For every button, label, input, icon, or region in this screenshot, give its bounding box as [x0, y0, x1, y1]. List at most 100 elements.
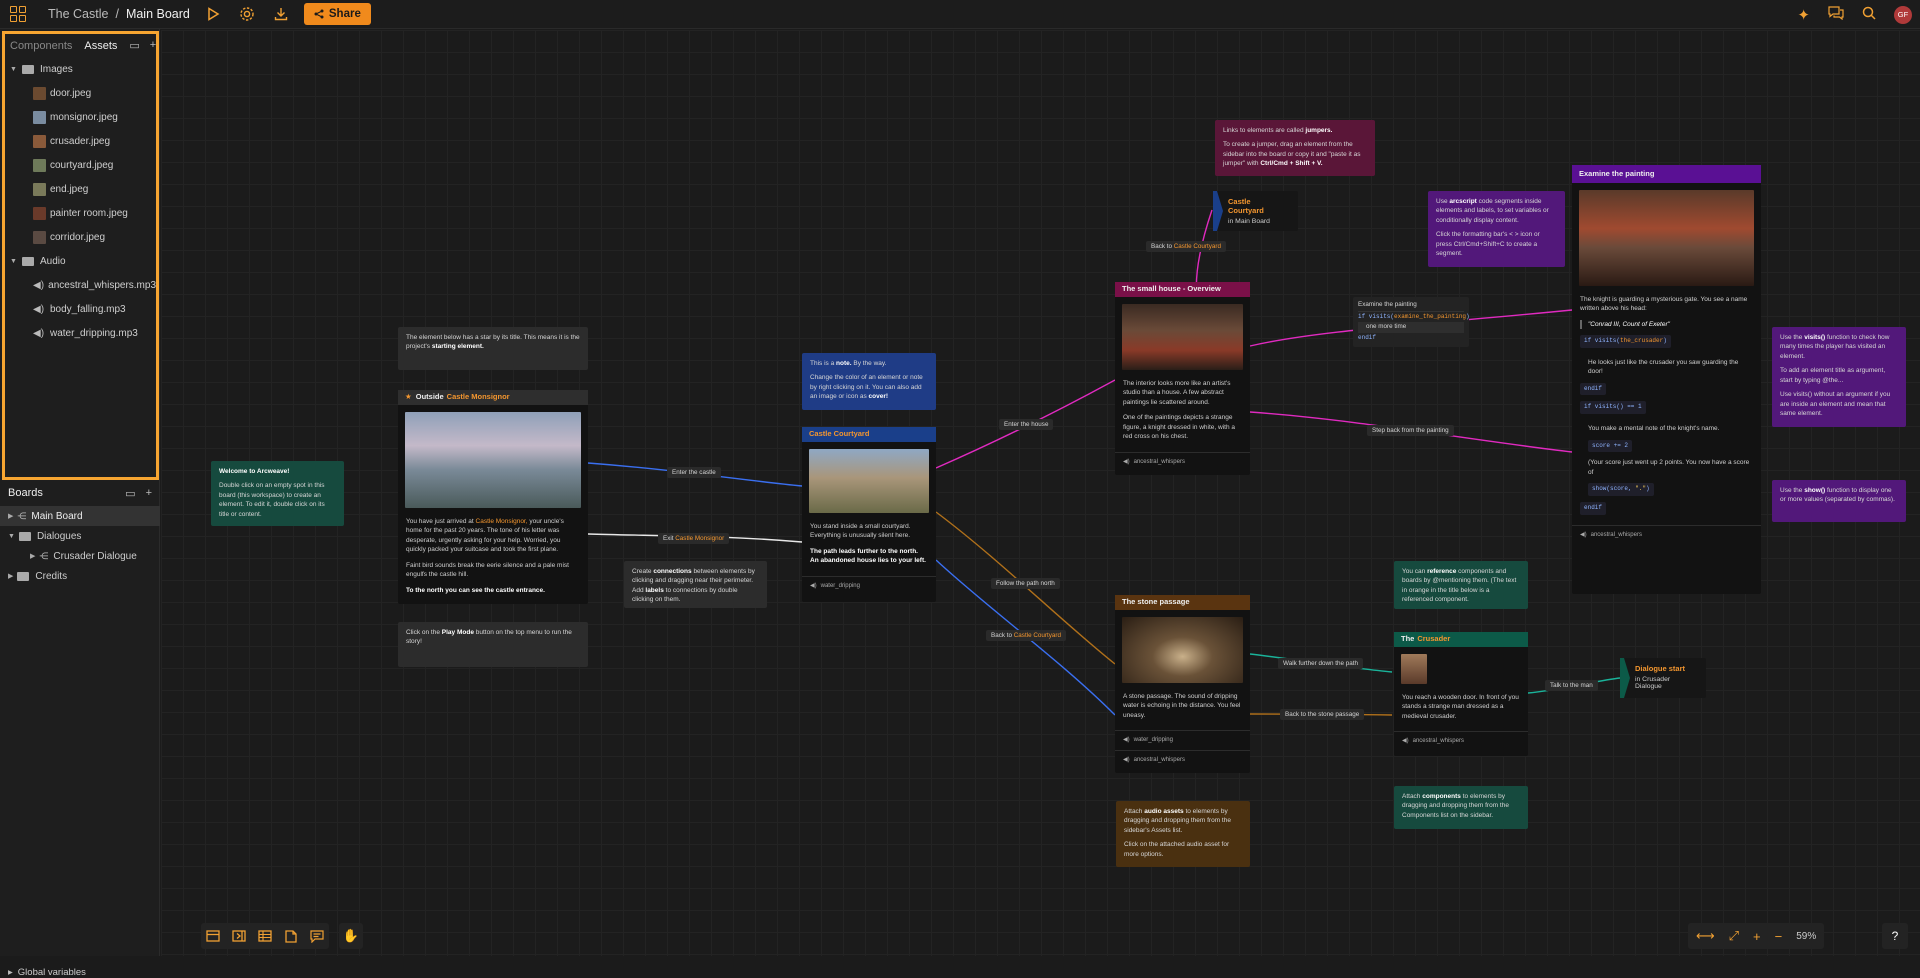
asset-item[interactable]: ◀) body_falling.mp3 [5, 297, 156, 321]
element-text: One of the paintings depicts a strange f… [1123, 414, 1236, 441]
board-item-main[interactable]: ▶ ⋲ Main Board [0, 506, 160, 526]
add-board-icon[interactable]: + [146, 487, 152, 500]
new-folder-icon[interactable]: ▭ [129, 39, 139, 52]
code-segment[interactable]: if visits() == 1 [1580, 401, 1646, 415]
board-folder-credits[interactable]: ▶ Credits [0, 566, 160, 586]
connection-label[interactable]: Exit Castle Monsignor [658, 533, 730, 544]
pan-hand-icon[interactable]: ✋ [343, 928, 359, 944]
connection-label[interactable]: Enter the house [999, 419, 1054, 430]
code-segment[interactable]: endif [1580, 501, 1607, 515]
board-icon: ⋲ [17, 510, 27, 521]
asset-item[interactable]: courtyard.jpeg [5, 153, 156, 177]
share-button[interactable]: Share [303, 3, 371, 25]
asset-item[interactable]: door.jpeg [5, 81, 156, 105]
comments-icon[interactable] [1828, 5, 1844, 24]
connection-label[interactable]: Back to the stone passage [1280, 709, 1365, 720]
note-visits[interactable]: Use the visits() function to check how m… [1772, 327, 1906, 427]
folder-audio[interactable]: ▼ Audio [5, 249, 156, 273]
zoom-level[interactable]: 59% [1796, 931, 1816, 942]
code-segment[interactable]: if visits(the_crusader) [1580, 335, 1671, 348]
asset-item[interactable]: corridor.jpeg [5, 225, 156, 249]
help-icon[interactable]: ? [1882, 923, 1908, 949]
note-welcome[interactable]: Welcome to Arcweave! Double click on an … [211, 461, 344, 526]
element-crusader[interactable]: The Crusader You reach a wooden door. In… [1394, 632, 1528, 756]
connection-label[interactable]: Back to Castle Courtyard [1146, 241, 1226, 252]
chevron-right-icon: ▶ [30, 553, 36, 560]
jumper-subtitle: in Crusader Dialogue [1635, 676, 1671, 690]
connection-label[interactable]: Follow the path north [991, 578, 1060, 589]
element-outside-castle[interactable]: ★ Outside Castle Monsignor You have just… [398, 390, 588, 604]
audio-attachment[interactable]: ◀) water_dripping [802, 575, 936, 596]
note-reference[interactable]: You can reference components and boards … [1394, 561, 1528, 609]
cover-image [1579, 190, 1754, 286]
note-components[interactable]: Attach components to elements by draggin… [1394, 786, 1528, 829]
audio-attachment[interactable]: ◀) water_dripping [1115, 730, 1250, 750]
board-folder-dialogues[interactable]: ▼ Dialogues [0, 526, 160, 546]
note-text: This is a [810, 360, 835, 367]
element-examine-painting[interactable]: Examine the painting The knight is guard… [1572, 165, 1761, 594]
breadcrumb-board[interactable]: Main Board [126, 7, 190, 21]
connection-label-examine[interactable]: Examine the painting if visits(examine_t… [1353, 297, 1470, 347]
element-small-house[interactable]: The small house - Overview The interior … [1115, 282, 1250, 475]
play-icon[interactable] [202, 3, 224, 25]
audio-attachment[interactable]: ◀) ancestral_whispers [1572, 524, 1761, 545]
audio-attachment[interactable]: ◀) ancestral_whispers [1115, 451, 1250, 472]
asset-item[interactable]: crusader.jpeg [5, 129, 156, 153]
zoom-in-icon[interactable]: + [1753, 929, 1761, 944]
add-jumper-icon[interactable] [231, 928, 247, 944]
tab-components[interactable]: Components [10, 40, 72, 52]
asset-item[interactable]: ◀) ancestral_whispers.mp3 [5, 273, 156, 297]
asset-item[interactable]: monsignor.jpeg [5, 105, 156, 129]
board-item-crusader-dialogue[interactable]: ▶ ⋲ Crusader Dialogue [0, 546, 160, 566]
note-jumpers[interactable]: Links to elements are called jumpers. To… [1215, 120, 1375, 176]
fit-width-icon[interactable]: ⟷ [1696, 928, 1715, 944]
connection-label[interactable]: Enter the castle [667, 467, 721, 478]
add-branch-icon[interactable] [257, 928, 273, 944]
connection-label[interactable]: Walk further down the path [1278, 658, 1364, 669]
code-text: show(score, [1592, 485, 1636, 493]
folder-images[interactable]: ▼ Images [5, 57, 156, 81]
breadcrumb-project[interactable]: The Castle [48, 7, 108, 21]
note-show[interactable]: Use the show() function to display one o… [1772, 480, 1906, 522]
asset-item[interactable]: ◀) water_dripping.mp3 [5, 321, 156, 345]
note-play-mode[interactable]: Click on the Play Mode button on the top… [398, 622, 588, 667]
add-note-icon[interactable] [283, 928, 299, 944]
element-stone-passage[interactable]: The stone passage A stone passage. The s… [1115, 595, 1250, 773]
note-starting-element[interactable]: The element below has a star by its titl… [398, 327, 588, 370]
zoom-controls: ⟷ ⤢ + − 59% [1688, 923, 1825, 949]
jumper-dialogue-start[interactable]: Dialogue start in Crusader Dialogue [1620, 658, 1706, 698]
element-castle-courtyard[interactable]: Castle Courtyard You stand inside a smal… [802, 427, 936, 602]
fit-screen-icon[interactable]: ⤢ [1729, 928, 1739, 944]
apps-grid-icon[interactable] [10, 6, 26, 22]
add-element-icon[interactable] [205, 928, 221, 944]
settings-gear-icon[interactable] [236, 3, 258, 25]
asset-item[interactable]: end.jpeg [5, 177, 156, 201]
add-icon[interactable]: + [150, 39, 156, 52]
code-segment[interactable]: score += 2 [1588, 439, 1633, 453]
connection-label[interactable]: Back to Castle Courtyard [986, 630, 1066, 641]
note-audio-assets[interactable]: Attach audio assets to elements by dragg… [1116, 801, 1250, 867]
search-icon[interactable] [1862, 6, 1876, 24]
element-title: The small house - Overview [1115, 282, 1250, 297]
connection-label[interactable]: Talk to the man [1545, 680, 1598, 691]
global-variables-button[interactable]: ▸ Global variables [8, 967, 86, 978]
code-segment[interactable]: show(score, ".") [1588, 483, 1654, 496]
connection-label[interactable]: Step back from the painting [1367, 425, 1454, 436]
asset-item[interactable]: painter room.jpeg [5, 201, 156, 225]
user-avatar[interactable]: GF [1894, 5, 1912, 24]
jumper-castle-courtyard[interactable]: Castle Courtyard in Main Board [1213, 191, 1298, 231]
code-segment[interactable]: endif [1580, 382, 1607, 396]
tab-assets[interactable]: Assets [84, 40, 117, 52]
note-arcscript[interactable]: Use arcscript code segments inside eleme… [1428, 191, 1565, 267]
code-segment[interactable]: endif [1358, 333, 1376, 343]
zoom-out-icon[interactable]: − [1775, 929, 1783, 944]
ai-sparkle-icon[interactable]: ✦ [1797, 6, 1810, 24]
download-icon[interactable] [270, 3, 292, 25]
note-this-is-a-note[interactable]: This is a note. By the way. Change the c… [802, 353, 936, 410]
audio-attachment[interactable]: ◀) ancestral_whispers [1394, 731, 1528, 751]
add-comment-icon[interactable] [309, 928, 325, 944]
code-segment[interactable]: if visits(examine_the_painting) [1358, 312, 1470, 322]
audio-attachment[interactable]: ◀) ancestral_whispers [1115, 749, 1250, 770]
note-connections[interactable]: Create connections between elements by c… [624, 561, 767, 608]
new-folder-icon[interactable]: ▭ [125, 487, 135, 500]
